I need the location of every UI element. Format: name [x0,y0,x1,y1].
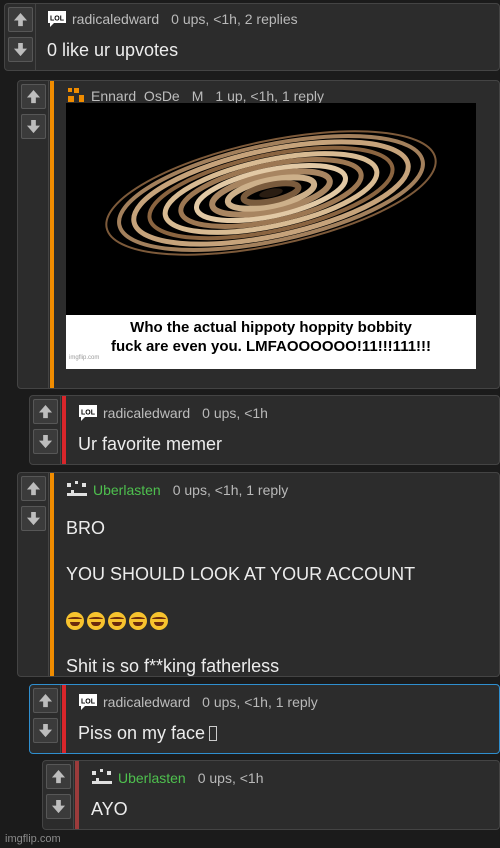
meme-watermark: imgflip.com [69,355,100,361]
arrow-up-icon [13,12,28,27]
thread-bar [50,473,54,676]
arrow-up-icon [38,693,53,708]
comment-6: Uberlasten 0 ups, <1h AYO [42,760,500,830]
comment-stats: 0 ups, <1h, 2 replies [171,11,298,27]
comment-line: Shit is so f**king fatherless [66,656,280,676]
upvote-button[interactable] [33,399,58,424]
upvote-button[interactable] [8,7,33,32]
username[interactable]: radicaledward [72,11,159,27]
username[interactable]: Uberlasten [93,482,161,498]
lol-badge-text: LOL [81,699,96,706]
meme-caption-line: fuck are even you. LMFAOOOOOO!11!!!111!!… [110,338,432,355]
comment-content: LOL radicaledward 0 ups, <1h, 1 reply Pi… [78,685,499,753]
emoji-row [66,608,499,632]
mod-badge: M [191,88,204,104]
arrow-down-icon [13,42,28,57]
comment-content: Uberlasten 0 ups, <1h, 1 reply BRO YOU S… [66,473,499,676]
laughing-emoji-icon [129,612,147,631]
lol-badge-icon: LOL [78,693,98,711]
downvote-button[interactable] [21,506,46,531]
laughing-emoji-icon [87,612,105,631]
comment-stats: 1 up, <1h, 1 reply [215,88,324,104]
vote-controls [30,396,61,464]
lol-badge-text: LOL [50,16,65,23]
comment-5: LOL radicaledward 0 ups, <1h, 1 reply Pi… [29,684,500,754]
comment-content: LOL radicaledward 0 ups, <1h Ur favorite… [78,396,499,464]
upvote-button[interactable] [46,764,71,789]
downvote-button[interactable] [8,37,33,62]
thread-bar [62,396,66,464]
meme-caption: Who the actual hippoty hoppity bobbity f… [66,315,476,369]
lol-badge-text: LOL [81,410,96,417]
comment-line: BRO [66,518,106,538]
comment-line: YOU SHOULD LOOK AT YOUR ACCOUNT [66,564,416,584]
vote-controls [5,4,36,70]
arrow-down-icon [38,434,53,449]
comment-body: AYO [91,797,499,821]
comment-4: Uberlasten 0 ups, <1h, 1 reply BRO YOU S… [17,472,500,677]
vote-controls [30,685,61,753]
vote-controls [43,761,74,829]
downvote-button[interactable] [33,429,58,454]
arrow-down-icon [26,511,41,526]
arrow-down-icon [26,119,41,134]
comment-content: Uberlasten 0 ups, <1h AYO [91,761,499,829]
arrow-up-icon [51,769,66,784]
comment-meta: Uberlasten 0 ups, <1h, 1 reply [66,478,499,502]
lol-badge-icon: LOL [47,10,67,28]
comment-2: Ennard_OsDe M 1 up, <1h, 1 reply Who the… [17,80,500,389]
username[interactable]: Ennard_OsDe [91,88,180,104]
comment-stats: 0 ups, <1h, 1 reply [172,482,289,498]
thread-bar [62,685,66,753]
comment-content: Ennard_OsDe M 1 up, <1h, 1 reply Who the… [54,81,499,388]
missing-emoji-icon [209,726,218,741]
thread-bar [75,761,79,829]
comment-meta: LOL radicaledward 0 ups, <1h, 1 reply [78,690,499,714]
upvote-button[interactable] [21,476,46,501]
comment-3: LOL radicaledward 0 ups, <1h Ur favorite… [29,395,500,465]
comment-body: 0 like ur upvotes [47,38,499,62]
comment-stats: 0 ups, <1h, 1 reply [202,694,318,710]
laughing-emoji-icon [150,612,168,631]
upvote-button[interactable] [33,688,58,713]
comment-stats: 0 ups, <1h [197,770,264,786]
comment-meta: LOL radicaledward 0 ups, <1h, 2 replies [47,7,499,31]
comment-meta: LOL radicaledward 0 ups, <1h [78,401,499,425]
comment-body: Piss on my face [78,721,499,745]
pixel-face-icon [66,480,88,500]
ringed-planet-image [66,103,476,315]
vote-controls [18,473,49,676]
imgflip-watermark: imgflip.com [5,833,61,845]
comment-body: BRO YOU SHOULD LOOK AT YOUR ACCOUNT Shit… [66,516,499,676]
pixel-face-icon [91,768,113,788]
username[interactable]: Uberlasten [118,770,186,786]
arrow-up-icon [26,89,41,104]
username[interactable]: radicaledward [103,694,190,710]
upvote-button[interactable] [21,84,46,109]
comment-line-text: Piss on my face [78,723,206,743]
meme-image[interactable]: Who the actual hippoty hoppity bobbity f… [66,103,476,369]
arrow-down-icon [51,799,66,814]
comment-line: Piss on my face [78,721,499,745]
laughing-emoji-icon [108,612,126,631]
comment-meta: Uberlasten 0 ups, <1h [91,766,499,790]
lol-badge-icon: LOL [78,404,98,422]
comment-line: Ur favorite memer [78,434,223,454]
arrow-up-icon [26,481,41,496]
downvote-button[interactable] [46,794,71,819]
comment-line: 0 like ur upvotes [47,40,179,60]
arrow-down-icon [38,723,53,738]
downvote-button[interactable] [21,114,46,139]
username[interactable]: radicaledward [103,405,190,421]
comment-body: Ur favorite memer [78,432,499,456]
comment-line: AYO [91,799,128,819]
vote-controls [18,81,49,388]
laughing-emoji-icon [66,612,84,631]
arrow-up-icon [38,404,53,419]
meme-caption-line: Who the actual hippoty hoppity bobbity [130,319,412,336]
downvote-button[interactable] [33,718,58,743]
comment-1: LOL radicaledward 0 ups, <1h, 2 replies … [4,3,500,71]
comment-stats: 0 ups, <1h [202,405,268,421]
comment-content: LOL radicaledward 0 ups, <1h, 2 replies … [47,4,499,70]
